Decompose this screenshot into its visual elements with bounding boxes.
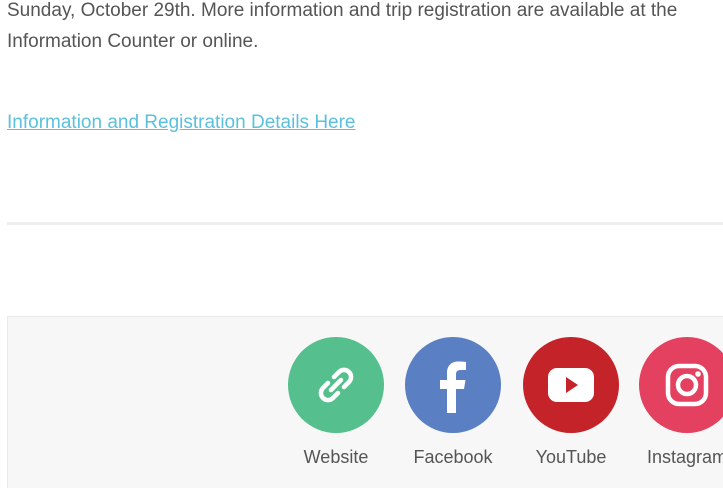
facebook-label: Facebook xyxy=(413,447,493,467)
social-footer: Website Facebook YouTube Instagram xyxy=(7,316,723,488)
website-label: Website xyxy=(303,447,369,467)
section-divider xyxy=(7,222,723,225)
youtube-social-link[interactable]: YouTube xyxy=(523,337,619,468)
youtube-icon xyxy=(548,368,594,402)
youtube-label: YouTube xyxy=(535,447,607,467)
youtube-icon-circle[interactable] xyxy=(523,337,619,433)
facebook-icon xyxy=(440,361,466,413)
instagram-label: Instagram xyxy=(646,447,723,467)
article-paragraph: Sunday, October 29th. More information a… xyxy=(7,0,678,52)
facebook-icon-circle[interactable] xyxy=(405,337,501,433)
instagram-icon xyxy=(665,363,709,407)
instagram-social-link[interactable]: Instagram xyxy=(639,337,723,468)
registration-details-link[interactable]: Information and Registration Details Her… xyxy=(7,107,356,138)
instagram-icon-circle[interactable] xyxy=(639,337,723,433)
website-icon-circle[interactable] xyxy=(288,337,384,433)
website-social-link[interactable]: Website xyxy=(288,337,384,468)
facebook-social-link[interactable]: Facebook xyxy=(405,337,501,468)
link-icon xyxy=(318,367,354,403)
